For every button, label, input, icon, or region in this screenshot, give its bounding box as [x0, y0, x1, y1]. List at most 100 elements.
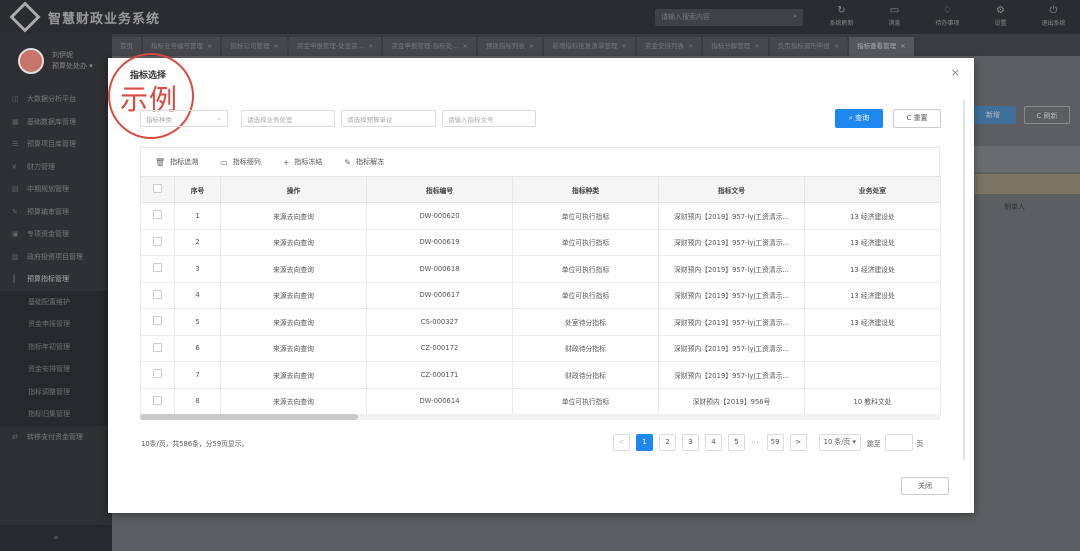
indicator-type-select[interactable]: 指标种类 ⌄: [140, 110, 228, 127]
sidebar-subitem[interactable]: 指标调整管理: [0, 380, 112, 403]
sidebar-item-projects[interactable]: ☰ 预算项目库管理: [0, 133, 112, 156]
tab-item[interactable]: 新增指标批复清单管理 ×: [544, 37, 635, 56]
sidebar-item-investment[interactable]: ▥ 政府投资项目管理: [0, 246, 112, 269]
table-row[interactable]: 4 来源去向查询 DW-000617 单位可执行指标 深财预内【2019】957…: [140, 281, 941, 309]
cell-action-link[interactable]: 来源去向查询: [220, 361, 367, 389]
doc-number-input[interactable]: 请输入指标文号: [442, 110, 536, 127]
next-page-button[interactable]: >: [789, 434, 807, 451]
modal-scrollbar[interactable]: [963, 100, 965, 460]
table-row[interactable]: 7 来源去向查询 CZ-000171 财政待分指标 深财预内【2019】957-…: [140, 361, 941, 389]
checkbox[interactable]: [153, 369, 162, 379]
detail-button[interactable]: ▭ 指标细列: [220, 157, 261, 167]
tab-item[interactable]: 资金安排列表 ×: [636, 37, 702, 56]
top-search-input[interactable]: 请输入搜索内容 ⌕: [655, 9, 803, 26]
user-role[interactable]: 预算处处办 ▾: [52, 61, 93, 72]
sidebar-subitem[interactable]: 资金申报管理: [0, 313, 112, 336]
table-row[interactable]: 5 来源去向查询 CS-000327 处室待分指标 深财预内【2019】957-…: [140, 308, 941, 336]
close-icon[interactable]: ×: [273, 42, 278, 50]
tool-message[interactable]: ▭ 消息: [868, 4, 921, 27]
row-checkbox[interactable]: [140, 228, 175, 256]
sidebar-subitem[interactable]: 指标年初管理: [0, 335, 112, 358]
sidebar-subitem[interactable]: 指标归集管理: [0, 403, 112, 426]
row-checkbox[interactable]: [140, 387, 175, 415]
table-row[interactable]: 8 来源去向查询 DW-000614 单位可执行指标 深财预内【2019】956…: [140, 387, 941, 415]
cell-action-link[interactable]: 来源去向查询: [220, 308, 367, 336]
sidebar-item-budget[interactable]: ✎ 预算编审管理: [0, 201, 112, 224]
tool-todo[interactable]: ♢ 待办事项: [921, 4, 974, 27]
reset-button[interactable]: C 重置: [893, 109, 941, 128]
search-icon[interactable]: ⌕: [793, 12, 797, 21]
close-icon[interactable]: ×: [900, 42, 905, 50]
trace-button[interactable]: 🗑 指标追溯: [155, 157, 198, 167]
cell-action-link[interactable]: 来源去向查询: [220, 334, 367, 362]
sidebar-item-special[interactable]: ▣ 专项资金管理: [0, 223, 112, 246]
jump-page-input[interactable]: [884, 434, 913, 451]
checkbox[interactable]: [153, 342, 162, 352]
sidebar-item-bigdata[interactable]: ◫ 大数据分析平台: [0, 88, 112, 111]
row-checkbox[interactable]: [140, 281, 175, 309]
sidebar-item-basedata[interactable]: ▦ 基础数据库管理: [0, 111, 112, 134]
cell-action-link[interactable]: 来源去向查询: [220, 202, 367, 230]
table-row[interactable]: 1 来源去向查询 DW-000620 单位可执行指标 深财预内【2019】957…: [140, 202, 941, 230]
row-checkbox[interactable]: [140, 308, 175, 336]
row-checkbox[interactable]: [140, 361, 175, 389]
tab-item[interactable]: 资金申报管理-指标处... ×: [383, 37, 476, 56]
tab-item[interactable]: 指标分解管理 ×: [703, 37, 768, 56]
close-icon[interactable]: ×: [754, 42, 759, 50]
row-checkbox[interactable]: [140, 255, 175, 283]
close-icon[interactable]: ×: [688, 42, 693, 50]
page-button[interactable]: 4: [705, 434, 722, 451]
tab-home[interactable]: 首页: [112, 37, 141, 56]
select-all-checkbox[interactable]: [140, 176, 175, 203]
checkbox[interactable]: [153, 210, 162, 220]
checkbox[interactable]: [153, 395, 162, 405]
tab-active[interactable]: 指标查看管理 ×: [849, 37, 914, 56]
page-button[interactable]: 1: [636, 434, 653, 451]
cell-action-link[interactable]: 来源去向查询: [220, 228, 367, 256]
last-page-button[interactable]: 59: [766, 434, 784, 451]
table-row[interactable]: 3 来源去向查询 DW-000618 单位可执行指标 深财预内【2019】957…: [140, 255, 941, 283]
close-icon[interactable]: ×: [529, 42, 534, 50]
cell-action-link[interactable]: 来源去向查询: [220, 255, 367, 283]
sidebar-item-transfer[interactable]: ⇄ 转移支付资金管理: [0, 426, 112, 449]
checkbox[interactable]: [153, 184, 162, 193]
office-select[interactable]: 请选择业务处室: [241, 110, 335, 127]
user-panel[interactable]: 刘伊妮 预算处处办 ▾: [0, 34, 112, 88]
scrollbar-thumb[interactable]: [140, 414, 358, 420]
sidebar-collapse-button[interactable]: «: [0, 525, 112, 551]
prev-page-button[interactable]: <: [613, 434, 630, 451]
sidebar-item-indicators[interactable]: ┃ 预算指标管理: [0, 268, 112, 291]
tab-item[interactable]: 负责指标调剂申报 ×: [769, 37, 848, 56]
tool-refresh[interactable]: ↻ 系统刷新: [815, 4, 868, 27]
search-button[interactable]: ⌕ 查询: [835, 109, 883, 128]
close-icon[interactable]: ×: [621, 42, 626, 50]
tab-item[interactable]: 指标公司管理 ×: [222, 37, 287, 56]
tool-logout[interactable]: ⏻ 退出系统: [1027, 4, 1080, 27]
row-checkbox[interactable]: [140, 334, 175, 362]
table-row[interactable]: 6 来源去向查询 CZ-000172 财政待分指标 深财预内【2019】957-…: [140, 334, 941, 362]
unit-select[interactable]: 请选择预算单位: [341, 110, 436, 127]
tab-item[interactable]: 预拨指标列表 ×: [477, 37, 543, 56]
avatar[interactable]: [18, 48, 44, 74]
page-button[interactable]: 5: [728, 434, 745, 451]
sidebar-item-finance[interactable]: ¥ 财力管理: [0, 156, 112, 179]
sidebar-subitem[interactable]: 基础配置维护: [0, 290, 112, 313]
sidebar-item-midterm[interactable]: ▤ 中期规划管理: [0, 178, 112, 201]
checkbox[interactable]: [153, 236, 162, 246]
tool-settings[interactable]: ⚙ 设置: [974, 4, 1027, 27]
tab-item[interactable]: 资金申报管理-处室资... ×: [288, 37, 382, 56]
row-checkbox[interactable]: [140, 202, 175, 230]
close-icon[interactable]: ×: [462, 42, 467, 50]
page-button[interactable]: 3: [682, 434, 699, 451]
checkbox[interactable]: [153, 263, 162, 273]
checkbox[interactable]: [153, 316, 162, 326]
close-icon[interactable]: ×: [368, 42, 373, 50]
page-size-select[interactable]: 10 条/页 ▾: [818, 434, 861, 451]
close-icon[interactable]: ×: [207, 42, 212, 50]
freeze-button[interactable]: + 指标冻结: [283, 157, 323, 167]
horizontal-scrollbar[interactable]: [140, 414, 940, 420]
cell-action-link[interactable]: 来源去向查询: [220, 281, 367, 309]
close-icon[interactable]: ×: [834, 42, 839, 50]
sidebar-subitem[interactable]: 资金安排管理: [0, 358, 112, 381]
table-row[interactable]: 2 来源去向查询 DW-000619 单位可执行指标 深财预内【2019】957…: [140, 228, 941, 256]
